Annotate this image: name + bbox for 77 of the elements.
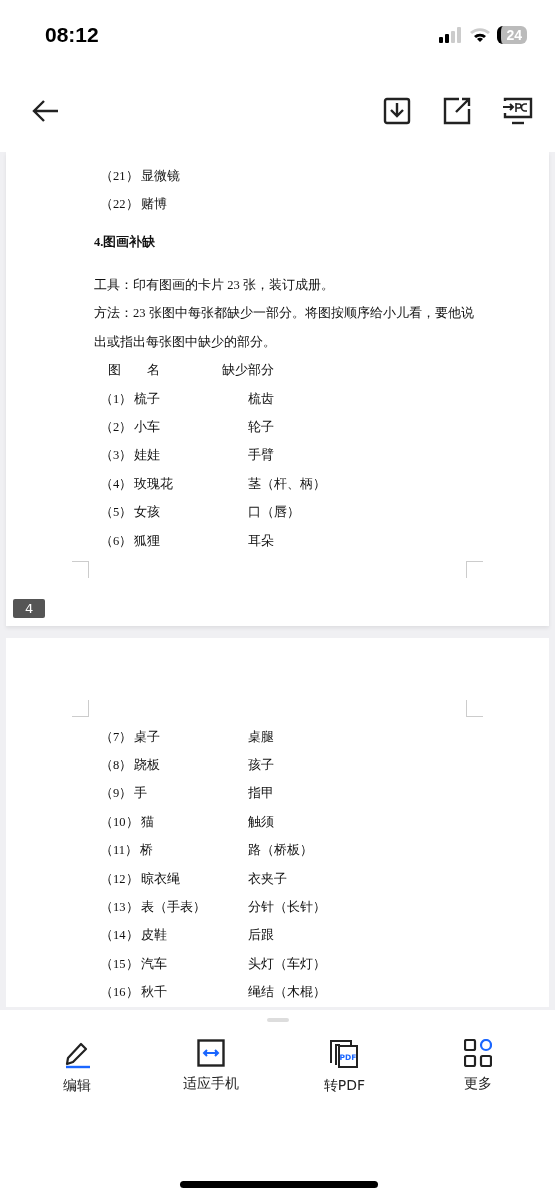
share-icon <box>443 97 471 125</box>
missing-part: 触须 <box>248 813 274 831</box>
missing-part: 路（桥板） <box>248 842 313 860</box>
item-name: 皮鞋 <box>140 927 167 945</box>
battery-level: 24 <box>497 26 527 44</box>
back-arrow-icon <box>32 99 60 123</box>
item-number: （9） <box>100 785 133 803</box>
item-name: 狐狸 <box>134 532 161 550</box>
signal-icon <box>439 27 464 43</box>
missing-part: 桌腿 <box>248 728 274 746</box>
paragraph-line: 出或指出每张图中缺少的部分。 <box>94 333 277 351</box>
item-name: 手 <box>134 785 148 803</box>
status-time: 08:12 <box>45 23 99 47</box>
item-number: （7） <box>100 728 133 746</box>
item-number: （2） <box>100 419 133 437</box>
item-number: （8） <box>100 757 133 775</box>
item-number: （15） <box>100 955 139 973</box>
margin-corner-mark <box>72 700 89 717</box>
action-button[interactable]: 编辑 <box>21 1038 132 1096</box>
item-number: （16） <box>100 984 139 1002</box>
paragraph-line: 方法：23 张图中每张都缺少一部分。将图按顺序给小儿看，要他说 <box>94 305 475 323</box>
action-button[interactable]: 适应手机 <box>155 1038 266 1096</box>
missing-part: 梳齿 <box>248 390 274 408</box>
missing-part: 后跟 <box>248 927 274 945</box>
download-icon <box>383 97 411 125</box>
missing-part: 茎（杆、柄） <box>248 475 326 493</box>
item-name: 显微镜 <box>140 167 180 185</box>
item-name: 赌博 <box>140 196 167 214</box>
page-number-badge: 4 <box>13 599 46 618</box>
missing-part: 绳结（木棍） <box>248 984 326 1002</box>
margin-corner-mark <box>466 561 483 579</box>
paragraph-line: 工具：印有图画的卡片 23 张，装订成册。 <box>94 276 335 294</box>
margin-corner-mark <box>72 561 89 579</box>
missing-part: 轮子 <box>248 419 274 437</box>
column-heading: 图 名 <box>108 362 161 380</box>
action-button[interactable]: 更多 <box>423 1038 534 1096</box>
missing-part: 衣夹子 <box>248 870 287 888</box>
item-number: （3） <box>100 447 133 465</box>
grid-more-icon <box>464 1039 493 1067</box>
fit-width-icon <box>196 1039 225 1067</box>
item-number: （1） <box>100 390 133 408</box>
column-heading: 缺少部分 <box>222 362 274 380</box>
missing-part: 孩子 <box>248 757 274 775</box>
item-name: 跷板 <box>134 757 161 775</box>
item-number: （21） <box>100 167 139 185</box>
item-number: （5） <box>100 504 133 522</box>
item-number: （22） <box>100 196 139 214</box>
monitor-icon <box>503 97 533 125</box>
item-name: 女孩 <box>134 504 161 522</box>
item-name: 猫 <box>140 813 154 831</box>
item-name: 梳子 <box>134 390 161 408</box>
item-name: 玫瑰花 <box>134 475 174 493</box>
item-number: （14） <box>100 927 139 945</box>
margin-corner-mark <box>466 700 483 717</box>
section-heading: 4.图画补缺 <box>94 234 157 252</box>
item-name: 表（手表） <box>140 899 206 917</box>
item-number: （6） <box>100 532 133 550</box>
item-name: 娃娃 <box>134 447 161 465</box>
missing-part: 分针（长针） <box>248 899 326 917</box>
item-number: （12） <box>100 870 139 888</box>
missing-part: 指甲 <box>248 785 274 803</box>
drag-handle[interactable] <box>266 1018 289 1022</box>
item-name: 秋千 <box>140 984 167 1002</box>
item-name: 桥 <box>140 842 154 860</box>
item-name: 桌子 <box>134 728 161 746</box>
item-number: （4） <box>100 475 133 493</box>
item-name: 汽车 <box>140 955 167 973</box>
missing-part: 口（唇） <box>248 504 300 522</box>
item-number: （11） <box>100 842 139 860</box>
item-number: （13） <box>100 899 139 917</box>
missing-part: 手臂 <box>248 447 274 465</box>
item-number: （10） <box>100 813 139 831</box>
missing-part: 头灯（车灯） <box>248 955 326 973</box>
item-name: 小车 <box>134 419 161 437</box>
item-name: 晾衣绳 <box>140 870 180 888</box>
missing-part: 耳朵 <box>248 532 274 550</box>
wifi-icon <box>469 27 492 43</box>
